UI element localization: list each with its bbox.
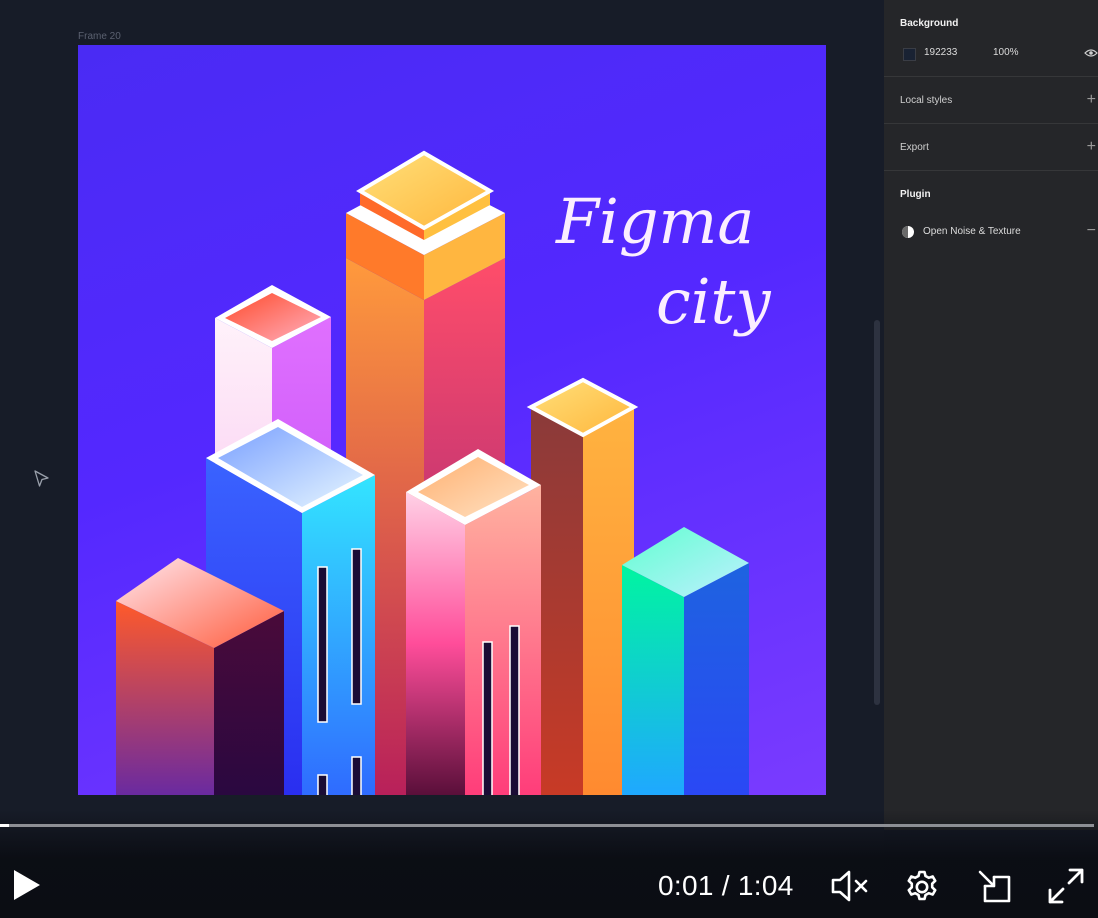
settings-icon[interactable]: [904, 869, 940, 905]
frame-label[interactable]: Frame 20: [78, 31, 121, 42]
add-export-plus-icon[interactable]: +: [1087, 139, 1096, 155]
progress-track[interactable]: [0, 824, 1094, 827]
background-color-swatch[interactable]: [903, 48, 916, 61]
frame-artboard[interactable]: Figma city: [78, 45, 826, 795]
eye-icon[interactable]: [1084, 48, 1098, 58]
local-styles-section: Local styles +: [884, 77, 1098, 124]
plugin-section: Plugin: [884, 171, 1098, 261]
remove-plugin-minus-icon[interactable]: −: [1087, 222, 1096, 240]
background-opacity-field[interactable]: 100%: [993, 47, 1019, 58]
artwork-title-line2: city: [656, 265, 771, 338]
plugin-item-label[interactable]: Open Noise & Texture: [923, 226, 1021, 237]
figma-city-artwork: Figma city: [116, 150, 771, 795]
play-icon[interactable]: [12, 868, 42, 902]
design-canvas[interactable]: Frame 20 Figma city: [0, 0, 884, 918]
background-section: Background 192233 100%: [884, 0, 1098, 77]
pointer-cursor-icon: [34, 470, 49, 487]
design-panel: Background 192233 100% Local styles + Ex…: [884, 0, 1098, 830]
plugin-title: Plugin: [900, 189, 931, 200]
export-section: Export +: [884, 124, 1098, 171]
fullscreen-icon[interactable]: [1046, 866, 1086, 906]
export-title: Export: [900, 142, 929, 153]
progress-played[interactable]: [0, 824, 9, 827]
airplay-icon[interactable]: [976, 868, 1014, 906]
playback-time: 0:01 / 1:04: [658, 870, 794, 901]
artwork-title-line1: Figma: [555, 185, 754, 258]
background-hex-field[interactable]: 192233: [924, 47, 957, 58]
mute-icon[interactable]: [830, 869, 872, 903]
add-local-style-plus-icon[interactable]: +: [1087, 92, 1096, 108]
canvas-scrollbar[interactable]: [874, 320, 880, 705]
background-title: Background: [900, 18, 959, 29]
plugin-icon: [902, 226, 914, 238]
local-styles-title: Local styles: [900, 95, 953, 106]
